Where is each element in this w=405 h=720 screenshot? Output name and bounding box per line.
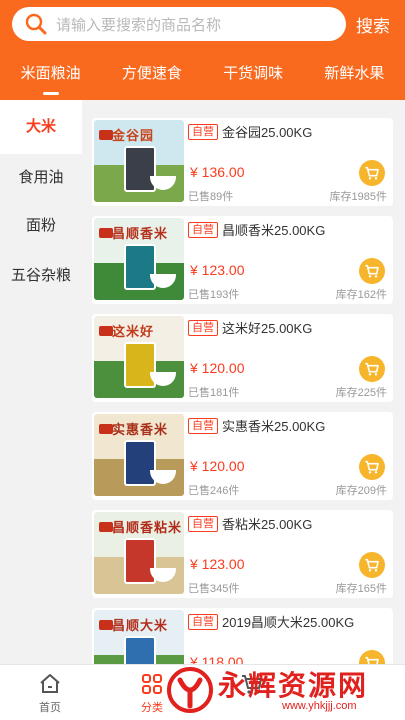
product-price: ¥ 120.00 — [190, 458, 245, 474]
add-to-cart-button[interactable] — [359, 356, 385, 382]
home-icon — [37, 671, 63, 697]
product-name[interactable]: 香粘米25.00KG — [222, 514, 312, 533]
add-to-cart-button[interactable] — [359, 258, 385, 284]
cart-icon — [365, 656, 379, 664]
sidebar-item-flour[interactable]: 面粉 — [0, 201, 82, 251]
product-price: ¥ 123.00 — [190, 556, 245, 572]
self-operated-badge: 自营 — [188, 418, 218, 434]
product-image[interactable]: 实惠香米 — [94, 414, 184, 496]
cart-icon — [365, 460, 379, 474]
product-image[interactable]: 昌顺香粘米 — [94, 512, 184, 594]
cart-icon — [365, 166, 379, 180]
cart-icon — [365, 362, 379, 376]
image-brand-text: 昌顺香粘米 — [112, 521, 183, 536]
product-price: ¥ 123.00 — [190, 262, 245, 278]
tab-instant-food[interactable]: 方便速食 — [101, 58, 202, 96]
sidebar-item-rice[interactable]: 大米 — [0, 100, 82, 154]
product-card[interactable]: 金谷园 自营 金谷园25.00KG ¥ 136.00 已售89件 库存1985件 — [92, 118, 393, 206]
tab-dry-goods[interactable]: 干货调味 — [203, 58, 304, 96]
sold-count: 已售89件 — [188, 191, 234, 203]
self-operated-badge: 自营 — [188, 614, 218, 630]
sidebar-item-grains[interactable]: 五谷杂粮 — [0, 251, 82, 301]
tab-category[interactable]: 分类 — [122, 671, 182, 715]
rice-bag-icon — [124, 538, 156, 584]
search-icon — [22, 10, 50, 38]
cart-icon — [365, 264, 379, 278]
tab-cart[interactable] — [222, 671, 282, 697]
cart-tab-icon — [239, 671, 265, 697]
stock-count: 库存209件 — [335, 485, 387, 497]
add-to-cart-button[interactable] — [359, 454, 385, 480]
image-brand-text: 昌顺大米 — [112, 619, 169, 634]
tab-category-label: 分类 — [141, 702, 163, 714]
rice-bag-icon — [124, 244, 156, 290]
sidebar: 大米 食用油 面粉 五谷杂粮 — [0, 100, 82, 664]
sidebar-item-oil[interactable]: 食用油 — [0, 154, 82, 201]
image-brand-text: 昌顺香米 — [112, 227, 169, 242]
product-name[interactable]: 昌顺香米25.00KG — [222, 220, 325, 239]
product-name[interactable]: 金谷园25.00KG — [222, 122, 312, 141]
product-price: ¥ 120.00 — [190, 360, 245, 376]
image-brand-text: 金谷园 — [112, 129, 155, 144]
product-image[interactable]: 这米好 — [94, 316, 184, 398]
sold-count: 已售246件 — [188, 485, 240, 497]
rice-bag-icon — [124, 146, 156, 192]
tab-rice-flour-oil[interactable]: 米面粮油 — [0, 58, 101, 96]
self-operated-badge: 自营 — [188, 222, 218, 238]
search-placeholder: 请输入要搜索的商品名称 — [56, 16, 222, 34]
category-tabs: 米面粮油 方便速食 干货调味 新鲜水果 — [0, 58, 405, 96]
top-bar: 请输入要搜索的商品名称 搜索 米面粮油 方便速食 干货调味 新鲜水果 — [0, 0, 405, 100]
search-button[interactable]: 搜索 — [356, 12, 390, 37]
brand-seal-icon — [99, 326, 113, 336]
rice-bag-icon — [124, 440, 156, 486]
bottom-tab-bar: 首页 分类 — [0, 664, 405, 720]
brand-seal-icon — [99, 522, 113, 532]
cart-icon — [365, 558, 379, 572]
product-card[interactable]: 昌顺香米 自营 昌顺香米25.00KG ¥ 123.00 已售193件 库存16… — [92, 216, 393, 304]
rice-bag-icon — [124, 342, 156, 388]
sold-count: 已售345件 — [188, 583, 240, 595]
brand-seal-icon — [99, 130, 113, 140]
add-to-cart-button[interactable] — [359, 552, 385, 578]
product-card[interactable]: 这米好 自营 这米好25.00KG ¥ 120.00 已售181件 库存225件 — [92, 314, 393, 402]
product-card[interactable]: 昌顺大米 自营 2019昌顺大米25.00KG ¥ 118.00 — [92, 608, 393, 664]
product-image[interactable]: 昌顺大米 — [94, 610, 184, 664]
sold-count: 已售181件 — [188, 387, 240, 399]
tab-home[interactable]: 首页 — [20, 671, 80, 715]
product-price: ¥ 118.00 — [190, 654, 244, 664]
brand-seal-icon — [99, 620, 113, 630]
product-card[interactable]: 昌顺香粘米 自营 香粘米25.00KG ¥ 123.00 已售345件 库存16… — [92, 510, 393, 598]
category-icon — [139, 671, 165, 697]
product-image[interactable]: 金谷园 — [94, 120, 184, 202]
product-name[interactable]: 2019昌顺大米25.00KG — [222, 612, 354, 631]
add-to-cart-button[interactable] — [359, 650, 385, 664]
search-input[interactable]: 请输入要搜索的商品名称 — [12, 7, 346, 41]
product-name[interactable]: 实惠香米25.00KG — [222, 416, 325, 435]
rice-bag-icon — [124, 636, 156, 664]
self-operated-badge: 自营 — [188, 320, 218, 336]
image-brand-text: 实惠香米 — [112, 423, 169, 438]
image-brand-text: 这米好 — [112, 325, 155, 340]
sold-count: 已售193件 — [188, 289, 240, 301]
add-to-cart-button[interactable] — [359, 160, 385, 186]
product-image[interactable]: 昌顺香米 — [94, 218, 184, 300]
tab-fresh-fruit[interactable]: 新鲜水果 — [304, 58, 405, 96]
stock-count: 库存162件 — [335, 289, 387, 301]
brand-seal-icon — [99, 228, 113, 238]
self-operated-badge: 自营 — [188, 516, 218, 532]
product-list: 金谷园 自营 金谷园25.00KG ¥ 136.00 已售89件 库存1985件… — [92, 118, 393, 664]
product-price: ¥ 136.00 — [190, 164, 245, 180]
self-operated-badge: 自营 — [188, 124, 218, 140]
product-name[interactable]: 这米好25.00KG — [222, 318, 312, 337]
stock-count: 库存1985件 — [329, 191, 387, 203]
stock-count: 库存225件 — [335, 387, 387, 399]
product-card[interactable]: 实惠香米 自营 实惠香米25.00KG ¥ 120.00 已售246件 库存20… — [92, 412, 393, 500]
brand-seal-icon — [99, 424, 113, 434]
tab-home-label: 首页 — [39, 702, 61, 714]
stock-count: 库存165件 — [335, 583, 387, 595]
